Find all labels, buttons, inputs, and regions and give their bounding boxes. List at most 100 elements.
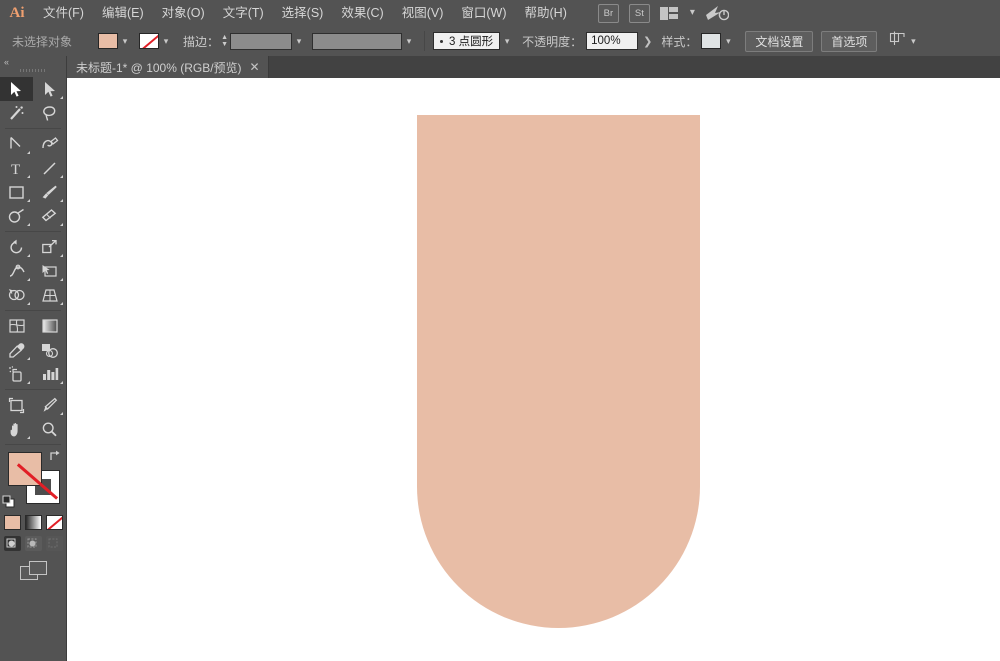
document-canvas[interactable] bbox=[67, 78, 1000, 661]
tool-rectangle[interactable] bbox=[0, 180, 33, 204]
rounded-bottom-rectangle-shape[interactable] bbox=[417, 115, 700, 628]
control-bar: 未选择对象 ▾ ▾ 描边： ▲ ▼ ▾ ▾ 3 点圆形 ▾ 不透明度： 100% … bbox=[0, 26, 1000, 57]
tool-type[interactable]: T bbox=[0, 156, 33, 180]
tool-mesh[interactable] bbox=[0, 314, 33, 338]
screen-mode-button[interactable] bbox=[0, 561, 66, 580]
panel-drag-handle[interactable] bbox=[20, 69, 46, 72]
illustrator-window: Ai 文件(F) 编辑(E) 对象(O) 文字(T) 选择(S) 效果(C) 视… bbox=[0, 0, 1000, 661]
brush-profile-select[interactable]: 3 点圆形 bbox=[433, 32, 501, 50]
svg-text:T: T bbox=[11, 162, 20, 177]
tool-free-transform[interactable] bbox=[33, 259, 66, 283]
stroke-weight-stepper[interactable]: ▲ ▼ bbox=[219, 32, 230, 50]
tool-rotate[interactable] bbox=[0, 235, 33, 259]
menubar-right-group: Br St ▾ bbox=[597, 3, 730, 23]
tool-width[interactable] bbox=[0, 259, 33, 283]
stroke-chevron-down-icon[interactable]: ▾ bbox=[159, 33, 173, 49]
brush-profile-chevron-down-icon[interactable]: ▾ bbox=[500, 33, 514, 49]
menu-object[interactable]: 对象(O) bbox=[153, 0, 214, 26]
stroke-style-chevron-down-icon[interactable]: ▾ bbox=[402, 33, 416, 49]
gradient-swatch-button[interactable] bbox=[24, 515, 42, 530]
tool-artboard[interactable] bbox=[0, 393, 33, 417]
tool-line-segment[interactable] bbox=[33, 156, 66, 180]
menu-select[interactable]: 选择(S) bbox=[273, 0, 333, 26]
tool-blend[interactable] bbox=[33, 338, 66, 362]
stroke-color-swatch[interactable] bbox=[139, 33, 160, 49]
draw-normal-button[interactable] bbox=[3, 536, 21, 551]
stroke-weight-label: 描边： bbox=[183, 34, 220, 49]
tool-magic-wand[interactable] bbox=[0, 101, 33, 125]
double-chevron-left-icon[interactable]: « bbox=[0, 56, 66, 68]
drawing-mode-buttons bbox=[0, 536, 66, 551]
tool-paintbrush[interactable] bbox=[33, 180, 66, 204]
app-logo-icon: Ai bbox=[9, 4, 25, 21]
menu-type[interactable]: 文字(T) bbox=[214, 0, 273, 26]
tool-direct-selection[interactable] bbox=[33, 77, 66, 101]
menu-edit[interactable]: 编辑(E) bbox=[93, 0, 153, 26]
tool-divider bbox=[5, 128, 61, 129]
draw-behind-button[interactable] bbox=[24, 536, 42, 551]
profile-dot-icon bbox=[440, 39, 444, 43]
tool-shape-builder[interactable] bbox=[0, 283, 33, 307]
none-swatch-button[interactable] bbox=[45, 515, 63, 530]
menu-window[interactable]: 窗口(W) bbox=[452, 0, 515, 26]
tool-gradient[interactable] bbox=[33, 314, 66, 338]
fill-color-swatch[interactable] bbox=[98, 33, 119, 49]
arrange-documents-icon[interactable] bbox=[659, 6, 680, 20]
preferences-button[interactable]: 首选项 bbox=[821, 30, 878, 52]
style-chevron-down-icon[interactable]: ▾ bbox=[721, 33, 735, 49]
tool-slice[interactable] bbox=[33, 393, 66, 417]
tool-hand[interactable] bbox=[0, 417, 33, 441]
tool-symbol-sprayer[interactable] bbox=[0, 362, 33, 386]
menu-help[interactable]: 帮助(H) bbox=[516, 0, 576, 26]
default-fill-stroke-icon[interactable] bbox=[2, 495, 16, 509]
tool-divider bbox=[5, 444, 61, 445]
menu-view[interactable]: 视图(V) bbox=[393, 0, 453, 26]
menu-bar: Ai 文件(F) 编辑(E) 对象(O) 文字(T) 选择(S) 效果(C) 视… bbox=[0, 0, 1000, 27]
stroke-style-input[interactable] bbox=[312, 32, 403, 50]
graphic-style-swatch[interactable] bbox=[701, 33, 722, 49]
tool-scale[interactable] bbox=[33, 235, 66, 259]
tool-curvature[interactable] bbox=[33, 132, 66, 156]
document-setup-button[interactable]: 文档设置 bbox=[745, 30, 814, 52]
tool-eraser[interactable] bbox=[33, 204, 66, 228]
tool-pen[interactable] bbox=[0, 132, 33, 156]
close-icon[interactable]: ✕ bbox=[250, 61, 260, 73]
tool-divider bbox=[5, 231, 61, 232]
tool-shaper[interactable] bbox=[0, 204, 33, 228]
screen-mode-icon bbox=[20, 561, 47, 580]
opacity-input[interactable]: 100% bbox=[586, 32, 639, 50]
fill-chevron-down-icon[interactable]: ▾ bbox=[118, 33, 132, 49]
menu-file[interactable]: 文件(F) bbox=[34, 0, 93, 26]
chevron-down-icon[interactable]: ▾ bbox=[690, 8, 695, 18]
stroke-weight-input[interactable] bbox=[230, 32, 293, 50]
tool-perspective-grid[interactable] bbox=[33, 283, 66, 307]
opacity-chevron-right-icon[interactable]: ❯ bbox=[638, 35, 657, 48]
fill-type-buttons bbox=[0, 515, 66, 530]
document-tab-title: 未标题-1* @ 100% (RGB/预览) bbox=[76, 60, 242, 75]
color-swatch-button[interactable] bbox=[3, 515, 21, 530]
document-tab-bar: 未标题-1* @ 100% (RGB/预览) ✕ bbox=[0, 56, 1000, 78]
stock-icon[interactable]: St bbox=[628, 3, 650, 23]
swap-fill-stroke-icon[interactable] bbox=[48, 449, 62, 463]
tool-selection[interactable] bbox=[0, 77, 33, 101]
stroke-weight-chevron-down-icon[interactable]: ▾ bbox=[292, 33, 306, 49]
opacity-label: 不透明度： bbox=[522, 34, 583, 49]
align-to-pixel-grid-icon[interactable] bbox=[889, 31, 906, 51]
fill-stroke-indicator bbox=[0, 449, 66, 511]
document-tab[interactable]: 未标题-1* @ 100% (RGB/预览) ✕ bbox=[66, 56, 269, 78]
power-switch-icon[interactable] bbox=[705, 4, 730, 22]
menu-effect[interactable]: 效果(C) bbox=[332, 0, 392, 26]
bridge-icon[interactable]: Br bbox=[597, 3, 619, 23]
tool-divider bbox=[5, 310, 61, 311]
tool-zoom[interactable] bbox=[33, 417, 66, 441]
tool-column-graph[interactable] bbox=[33, 362, 66, 386]
draw-inside-button[interactable] bbox=[45, 536, 63, 551]
tools-grid: T bbox=[0, 77, 66, 441]
align-chevron-down-icon[interactable]: ▾ bbox=[906, 33, 920, 49]
control-divider bbox=[424, 31, 426, 51]
style-label: 样式： bbox=[661, 34, 698, 49]
tool-lasso[interactable] bbox=[33, 101, 66, 125]
brush-profile-value: 3 点圆形 bbox=[449, 36, 494, 48]
tool-divider bbox=[5, 389, 61, 390]
tool-eyedropper[interactable] bbox=[0, 338, 33, 362]
